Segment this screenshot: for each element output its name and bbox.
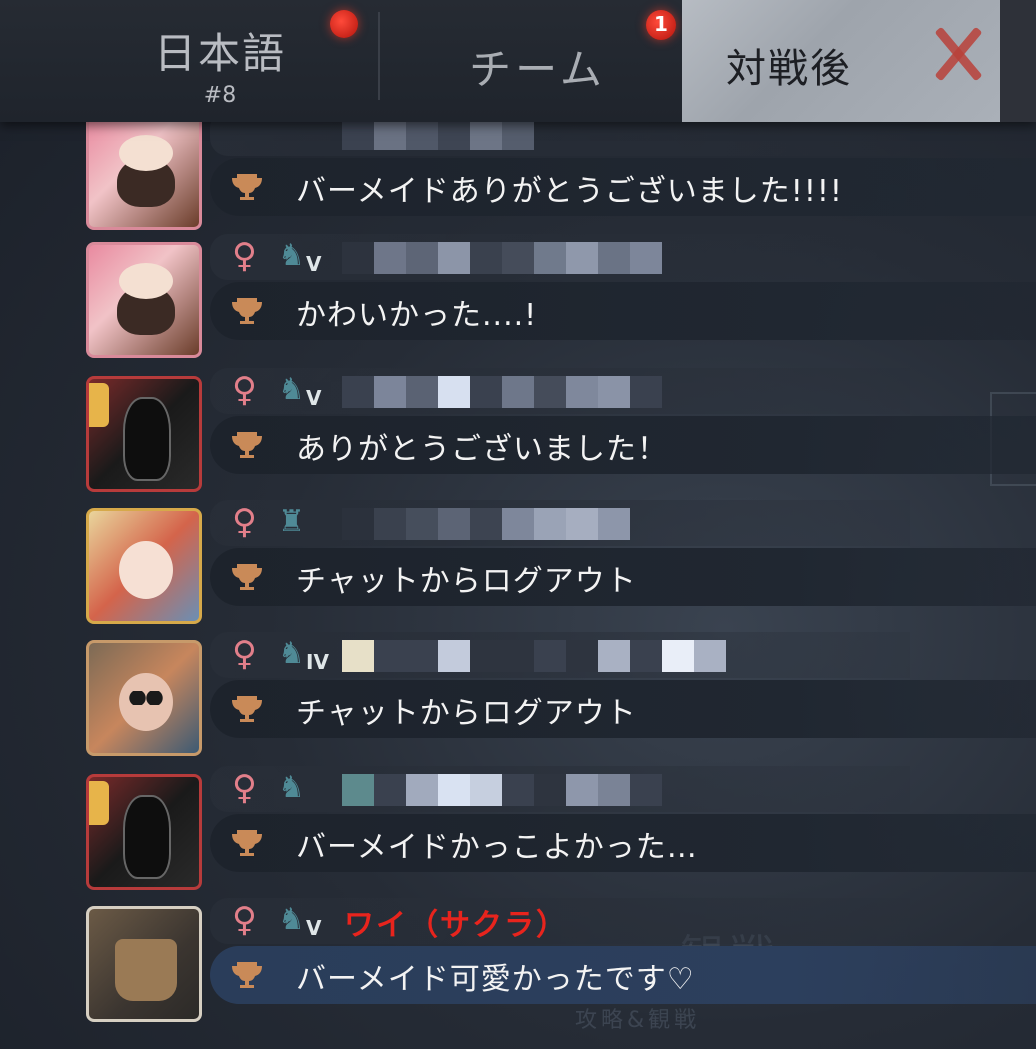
close-icon[interactable]: [930, 26, 986, 82]
message-bubble: バーメイドありがとうございました!!!!: [210, 158, 1036, 216]
blurred-player-name: [342, 640, 726, 674]
female-icon: ♀: [232, 768, 257, 808]
trophy-icon: [230, 692, 264, 726]
player-name-row: ♀ ♞ V: [210, 234, 910, 280]
female-icon: ♀: [232, 502, 257, 542]
tab-divider: [378, 12, 380, 100]
message-text: ありがとうございました！: [296, 432, 668, 467]
chat-message-self: ♀ ♞ V ワイ（サクラ） バーメイド可愛かったです♡: [0, 896, 1036, 1026]
trophy-icon: [230, 560, 264, 594]
rank-badge-icon: ♞: [278, 636, 305, 671]
message-bubble: チャットからログアウト: [210, 548, 1036, 606]
chat-message: ♀ ♞ V かわいかった....!: [0, 232, 1036, 362]
tab-after-match[interactable]: 対戦後: [682, 0, 1000, 122]
message-text: バーメイド可愛かったです♡: [296, 962, 695, 997]
rank-badge-icon: ♞: [278, 770, 305, 805]
tab-language-channel: #8: [203, 83, 237, 108]
rank-number: IV: [306, 650, 329, 674]
tab-bar-edge: [1000, 0, 1036, 122]
player-avatar[interactable]: [86, 906, 202, 1022]
message-bubble: バーメイドかっこよかった…: [210, 814, 1036, 872]
rank-number: V: [306, 252, 322, 276]
message-bubble: チャットからログアウト: [210, 680, 1036, 738]
blurred-player-name: [342, 242, 662, 276]
female-icon: ♀: [232, 236, 257, 276]
blurred-player-name: [342, 118, 534, 152]
tab-language-label: 日本語: [153, 29, 286, 78]
chat-message: ♀ ♞ V ありがとうございました！: [0, 366, 1036, 496]
message-text: チャットからログアウト: [296, 564, 637, 599]
rank-badge-icon: ♞: [278, 902, 305, 937]
blurred-player-name: [342, 774, 662, 808]
message-bubble: バーメイド可愛かったです♡: [210, 946, 1036, 1004]
rank-badge-icon: ♞: [278, 372, 305, 407]
rank-number: V: [306, 386, 322, 410]
female-icon: ♀: [232, 370, 257, 410]
message-bubble: かわいかった....!: [210, 282, 1036, 340]
team-unread-badge: 1: [646, 10, 676, 40]
player-name-row: ♀ ♞: [210, 766, 910, 812]
trophy-icon: [230, 958, 264, 992]
player-avatar[interactable]: [86, 774, 202, 890]
chat-message: バーメイドありがとうございました!!!!: [0, 110, 1036, 244]
chat-message: ♀ ♞ IV チャットからログアウト: [0, 630, 1036, 760]
self-name-label: ワイ（サクラ）: [344, 908, 568, 943]
tab-team[interactable]: チーム: [390, 0, 685, 122]
player-avatar[interactable]: [86, 640, 202, 756]
player-name-row: ♀ ♞ V ワイ（サクラ）: [210, 898, 910, 944]
player-avatar[interactable]: [86, 242, 202, 358]
female-icon: ♀: [232, 900, 257, 940]
blurred-player-name: [342, 508, 630, 542]
rank-badge-icon: ♞: [278, 238, 305, 273]
tab-after-match-label: 対戦後: [726, 46, 852, 92]
chat-message: ♀ ♞ バーメイドかっこよかった…: [0, 764, 1036, 894]
message-text: チャットからログアウト: [296, 696, 637, 731]
rank-number: V: [306, 916, 322, 940]
player-name-row: ♀ ♞ V: [210, 368, 910, 414]
player-name-row: ♀ ♜: [210, 500, 910, 546]
rank-badge-icon: ♜: [278, 504, 305, 539]
trophy-icon: [230, 428, 264, 462]
trophy-icon: [230, 170, 264, 204]
female-icon: ♀: [232, 634, 257, 674]
message-text: バーメイドありがとうございました!!!!: [296, 174, 843, 209]
player-avatar[interactable]: [86, 376, 202, 492]
tab-team-label: チーム: [469, 45, 606, 94]
chat-tab-bar: 日本語 #8 チーム 1 対戦後: [0, 0, 1036, 122]
player-avatar[interactable]: [86, 508, 202, 624]
trophy-icon: [230, 826, 264, 860]
message-text: かわいかった....!: [296, 298, 538, 333]
message-bubble: ありがとうございました！: [210, 416, 1036, 474]
notification-dot: [330, 10, 358, 38]
player-name-row: ♀ ♞ IV: [210, 632, 910, 678]
tab-language[interactable]: 日本語 #8: [105, 0, 335, 122]
trophy-icon: [230, 294, 264, 328]
player-avatar[interactable]: [86, 114, 202, 230]
message-text: バーメイドかっこよかった…: [296, 830, 698, 865]
chat-message-list: バーメイドありがとうございました!!!! ♀ ♞ V かわいかった....! ♀…: [0, 0, 1036, 1049]
chat-message: ♀ ♜ チャットからログアウト: [0, 498, 1036, 628]
blurred-player-name: [342, 376, 662, 410]
